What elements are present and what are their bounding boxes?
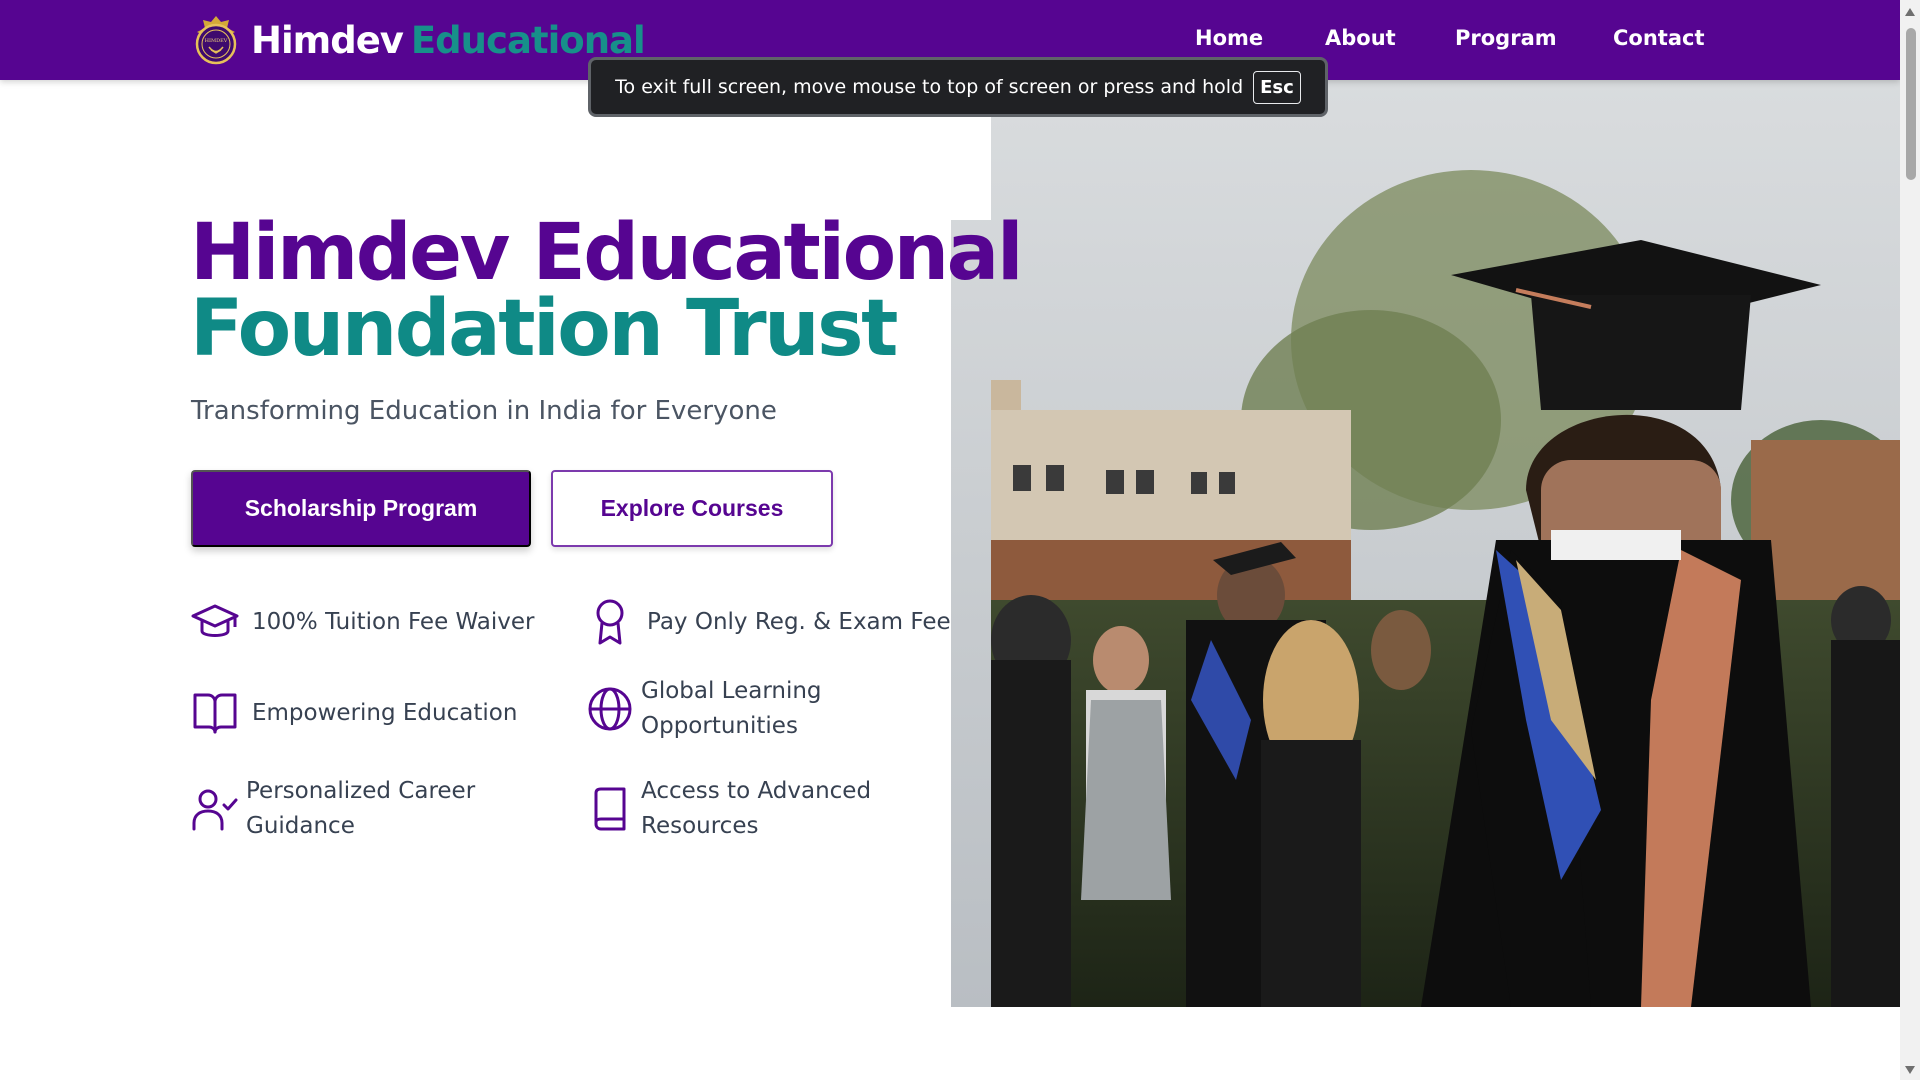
feature-empowering-education: Empowering Education	[190, 688, 517, 738]
feature-tuition-waiver: 100% Tuition Fee Waiver	[190, 597, 535, 647]
user-check-icon	[190, 784, 240, 834]
scroll-down-arrow-icon[interactable]	[1905, 1066, 1915, 1074]
graduation-cap-icon	[190, 597, 240, 647]
nav-link-about[interactable]: About	[1325, 26, 1396, 50]
feature-text: Personalized Career Guidance	[246, 778, 476, 839]
feature-text: Access to Advanced Resources	[641, 778, 872, 839]
nav-link-contact[interactable]: Contact	[1613, 26, 1705, 50]
feature-text: 100% Tuition Fee Waiver	[252, 608, 535, 635]
hero-subtitle: Transforming Education in India for Ever…	[191, 396, 777, 426]
page-scrollbar[interactable]	[1900, 0, 1920, 1080]
book-icon	[585, 784, 635, 834]
scrollbar-thumb[interactable]	[1906, 28, 1916, 180]
globe-icon	[585, 684, 635, 734]
open-book-icon	[190, 688, 240, 738]
scholarship-program-button[interactable]: Scholarship Program	[191, 470, 531, 547]
scroll-up-arrow-icon[interactable]	[1905, 8, 1915, 16]
fullscreen-exit-notice: To exit full screen, move mouse to top o…	[588, 57, 1328, 117]
feature-text: Pay Only Reg. & Exam Fee	[647, 608, 951, 635]
nav-link-program[interactable]: Program	[1455, 26, 1557, 50]
esc-key-badge: Esc	[1253, 70, 1301, 104]
hero-title-line1: Himdev Educational	[190, 208, 1024, 298]
hero-graduation-photo	[951, 80, 1900, 1007]
feature-text: Empowering Education	[252, 699, 518, 726]
feature-registration-fee: Pay Only Reg. & Exam Fee	[585, 597, 951, 647]
feature-advanced-resources: Access to Advanced Resources	[585, 774, 901, 844]
explore-courses-button[interactable]: Explore Courses	[551, 470, 833, 547]
hero-title-line2: Foundation Trust	[190, 284, 898, 374]
nav-link-home[interactable]: Home	[1195, 26, 1263, 50]
feature-text: Global Learning Opportunities	[641, 678, 822, 739]
award-ribbon-icon	[585, 597, 635, 647]
feature-career-guidance: Personalized Career Guidance	[190, 774, 506, 844]
feature-global-learning: Global Learning Opportunities	[585, 674, 861, 744]
hero-title: Himdev Educational Foundation Trust	[190, 208, 1024, 374]
fullscreen-notice-message: To exit full screen, move mouse to top o…	[615, 76, 1244, 98]
